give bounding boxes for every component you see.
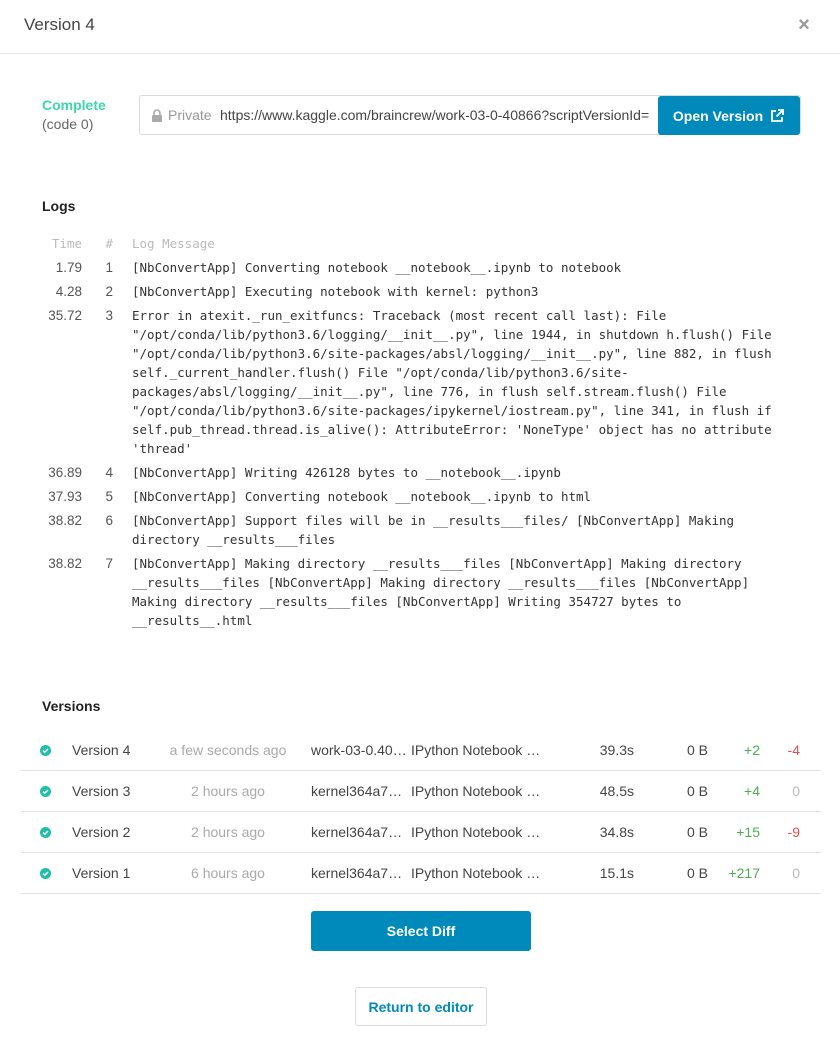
version-row[interactable]: Version 2 2 hours ago kernel364a7d6e91 I… bbox=[21, 812, 821, 853]
version-size: 0 B bbox=[686, 865, 708, 881]
log-row: 38.82 6 [NbConvertApp] Support files wil… bbox=[42, 511, 802, 549]
version-lines-removed: 0 bbox=[792, 783, 800, 799]
version-output-type: IPython Notebook HTML bbox=[411, 742, 549, 758]
status-label: Complete bbox=[42, 97, 106, 113]
run-status: Complete (code 0) bbox=[42, 96, 106, 133]
log-message: [NbConvertApp] Executing notebook with k… bbox=[132, 284, 539, 299]
log-row: 36.89 4 [NbConvertApp] Writing 426128 by… bbox=[42, 463, 802, 482]
external-link-icon bbox=[771, 108, 785, 122]
log-header-num: # bbox=[105, 236, 113, 251]
log-header-message: Log Message bbox=[132, 236, 215, 251]
log-num: 7 bbox=[105, 556, 113, 571]
log-message: Error in atexit._run_exitfuncs: Tracebac… bbox=[132, 308, 780, 456]
version-runtime: 39.3s bbox=[599, 742, 634, 758]
version-output-type: IPython Notebook HTML bbox=[411, 783, 549, 799]
return-to-editor-button[interactable]: Return to editor bbox=[355, 987, 487, 1026]
version-output-type: IPython Notebook HTML bbox=[411, 865, 549, 881]
version-lines-removed: -9 bbox=[787, 824, 800, 840]
log-row: 37.93 5 [NbConvertApp] Converting notebo… bbox=[42, 487, 802, 506]
version-lines-added: +15 bbox=[736, 824, 760, 840]
version-lines-added: +2 bbox=[744, 742, 760, 758]
modal-title: Version 4 bbox=[24, 15, 95, 34]
version-slug: kernel364a7d6e91 bbox=[311, 783, 407, 799]
version-size: 0 B bbox=[686, 824, 708, 840]
log-table: Time # Log Message 1.79 1 [NbConvertApp]… bbox=[42, 234, 802, 635]
version-size: 0 B bbox=[686, 742, 708, 758]
close-icon[interactable]: × bbox=[795, 14, 813, 36]
log-message: [NbConvertApp] Support files will be in … bbox=[132, 513, 742, 547]
version-time-ago: a few seconds ago bbox=[169, 742, 287, 758]
log-row: 4.28 2 [NbConvertApp] Executing notebook… bbox=[42, 282, 802, 301]
log-num: 3 bbox=[105, 308, 113, 323]
version-slug: kernel364a7d6e91 bbox=[311, 824, 407, 840]
log-num: 2 bbox=[105, 284, 113, 299]
version-name: Version 4 bbox=[72, 742, 131, 758]
log-time: 37.93 bbox=[48, 489, 82, 504]
version-slug: work-03-0.40866 bbox=[311, 742, 407, 758]
version-size: 0 B bbox=[686, 783, 708, 799]
version-lines-removed: 0 bbox=[792, 865, 800, 881]
version-row[interactable]: Version 3 2 hours ago kernel364a7d6e91 I… bbox=[21, 771, 821, 812]
version-lines-removed: -4 bbox=[787, 742, 800, 758]
version-slug: kernel364a7d6e91 bbox=[311, 865, 407, 881]
versions-title: Versions bbox=[42, 698, 101, 714]
version-lines-added: +217 bbox=[728, 865, 760, 881]
version-url[interactable]: https://www.kaggle.com/braincrew/work-03… bbox=[220, 107, 660, 123]
version-row[interactable]: Version 1 6 hours ago kernel364a7d6e91 I… bbox=[21, 853, 821, 894]
status-code: (code 0) bbox=[42, 116, 94, 132]
log-header: Time # Log Message bbox=[42, 234, 802, 254]
check-circle-icon bbox=[40, 745, 51, 756]
check-circle-icon bbox=[40, 827, 51, 838]
log-message: [NbConvertApp] Writing 426128 bytes to _… bbox=[132, 465, 561, 480]
version-runtime: 15.1s bbox=[599, 865, 634, 881]
check-circle-icon bbox=[40, 786, 51, 797]
log-header-time: Time bbox=[51, 236, 82, 251]
logs-title: Logs bbox=[42, 198, 76, 214]
log-message: [NbConvertApp] Converting notebook __not… bbox=[132, 489, 592, 504]
log-row: 35.72 3 Error in atexit._run_exitfuncs: … bbox=[42, 306, 802, 458]
modal-header: Version 4 × bbox=[0, 0, 840, 54]
log-time: 4.28 bbox=[55, 284, 82, 299]
version-runtime: 34.8s bbox=[599, 824, 634, 840]
log-time: 36.89 bbox=[48, 465, 82, 480]
log-num: 5 bbox=[105, 489, 113, 504]
log-num: 1 bbox=[105, 260, 113, 275]
lock-icon bbox=[152, 109, 162, 122]
log-row: 1.79 1 [NbConvertApp] Converting noteboo… bbox=[42, 258, 802, 277]
version-time-ago: 2 hours ago bbox=[191, 783, 265, 799]
versions-table: Version 4 a few seconds ago work-03-0.40… bbox=[21, 730, 821, 894]
log-time: 38.82 bbox=[48, 513, 82, 528]
version-name: Version 2 bbox=[72, 824, 131, 840]
privacy-label: Private bbox=[168, 107, 212, 123]
version-name: Version 3 bbox=[72, 783, 131, 799]
version-time-ago: 2 hours ago bbox=[191, 824, 265, 840]
version-name: Version 1 bbox=[72, 865, 131, 881]
check-circle-icon bbox=[40, 868, 51, 879]
open-version-button[interactable]: Open Version bbox=[658, 96, 800, 135]
version-output-type: IPython Notebook HTML bbox=[411, 824, 549, 840]
log-time: 1.79 bbox=[55, 260, 82, 275]
log-num: 6 bbox=[105, 513, 113, 528]
log-time: 38.82 bbox=[48, 556, 82, 571]
log-row: 38.82 7 [NbConvertApp] Making directory … bbox=[42, 554, 802, 630]
select-diff-button[interactable]: Select Diff bbox=[311, 911, 531, 951]
log-message: [NbConvertApp] Converting notebook __not… bbox=[132, 260, 622, 275]
version-row[interactable]: Version 4 a few seconds ago work-03-0.40… bbox=[21, 730, 821, 771]
log-num: 4 bbox=[105, 465, 113, 480]
open-version-label: Open Version bbox=[672, 107, 764, 124]
version-time-ago: 6 hours ago bbox=[191, 865, 265, 881]
version-lines-added: +4 bbox=[744, 783, 760, 799]
version-runtime: 48.5s bbox=[599, 783, 634, 799]
log-time: 35.72 bbox=[48, 308, 82, 323]
log-message: [NbConvertApp] Making directory __result… bbox=[132, 556, 757, 628]
